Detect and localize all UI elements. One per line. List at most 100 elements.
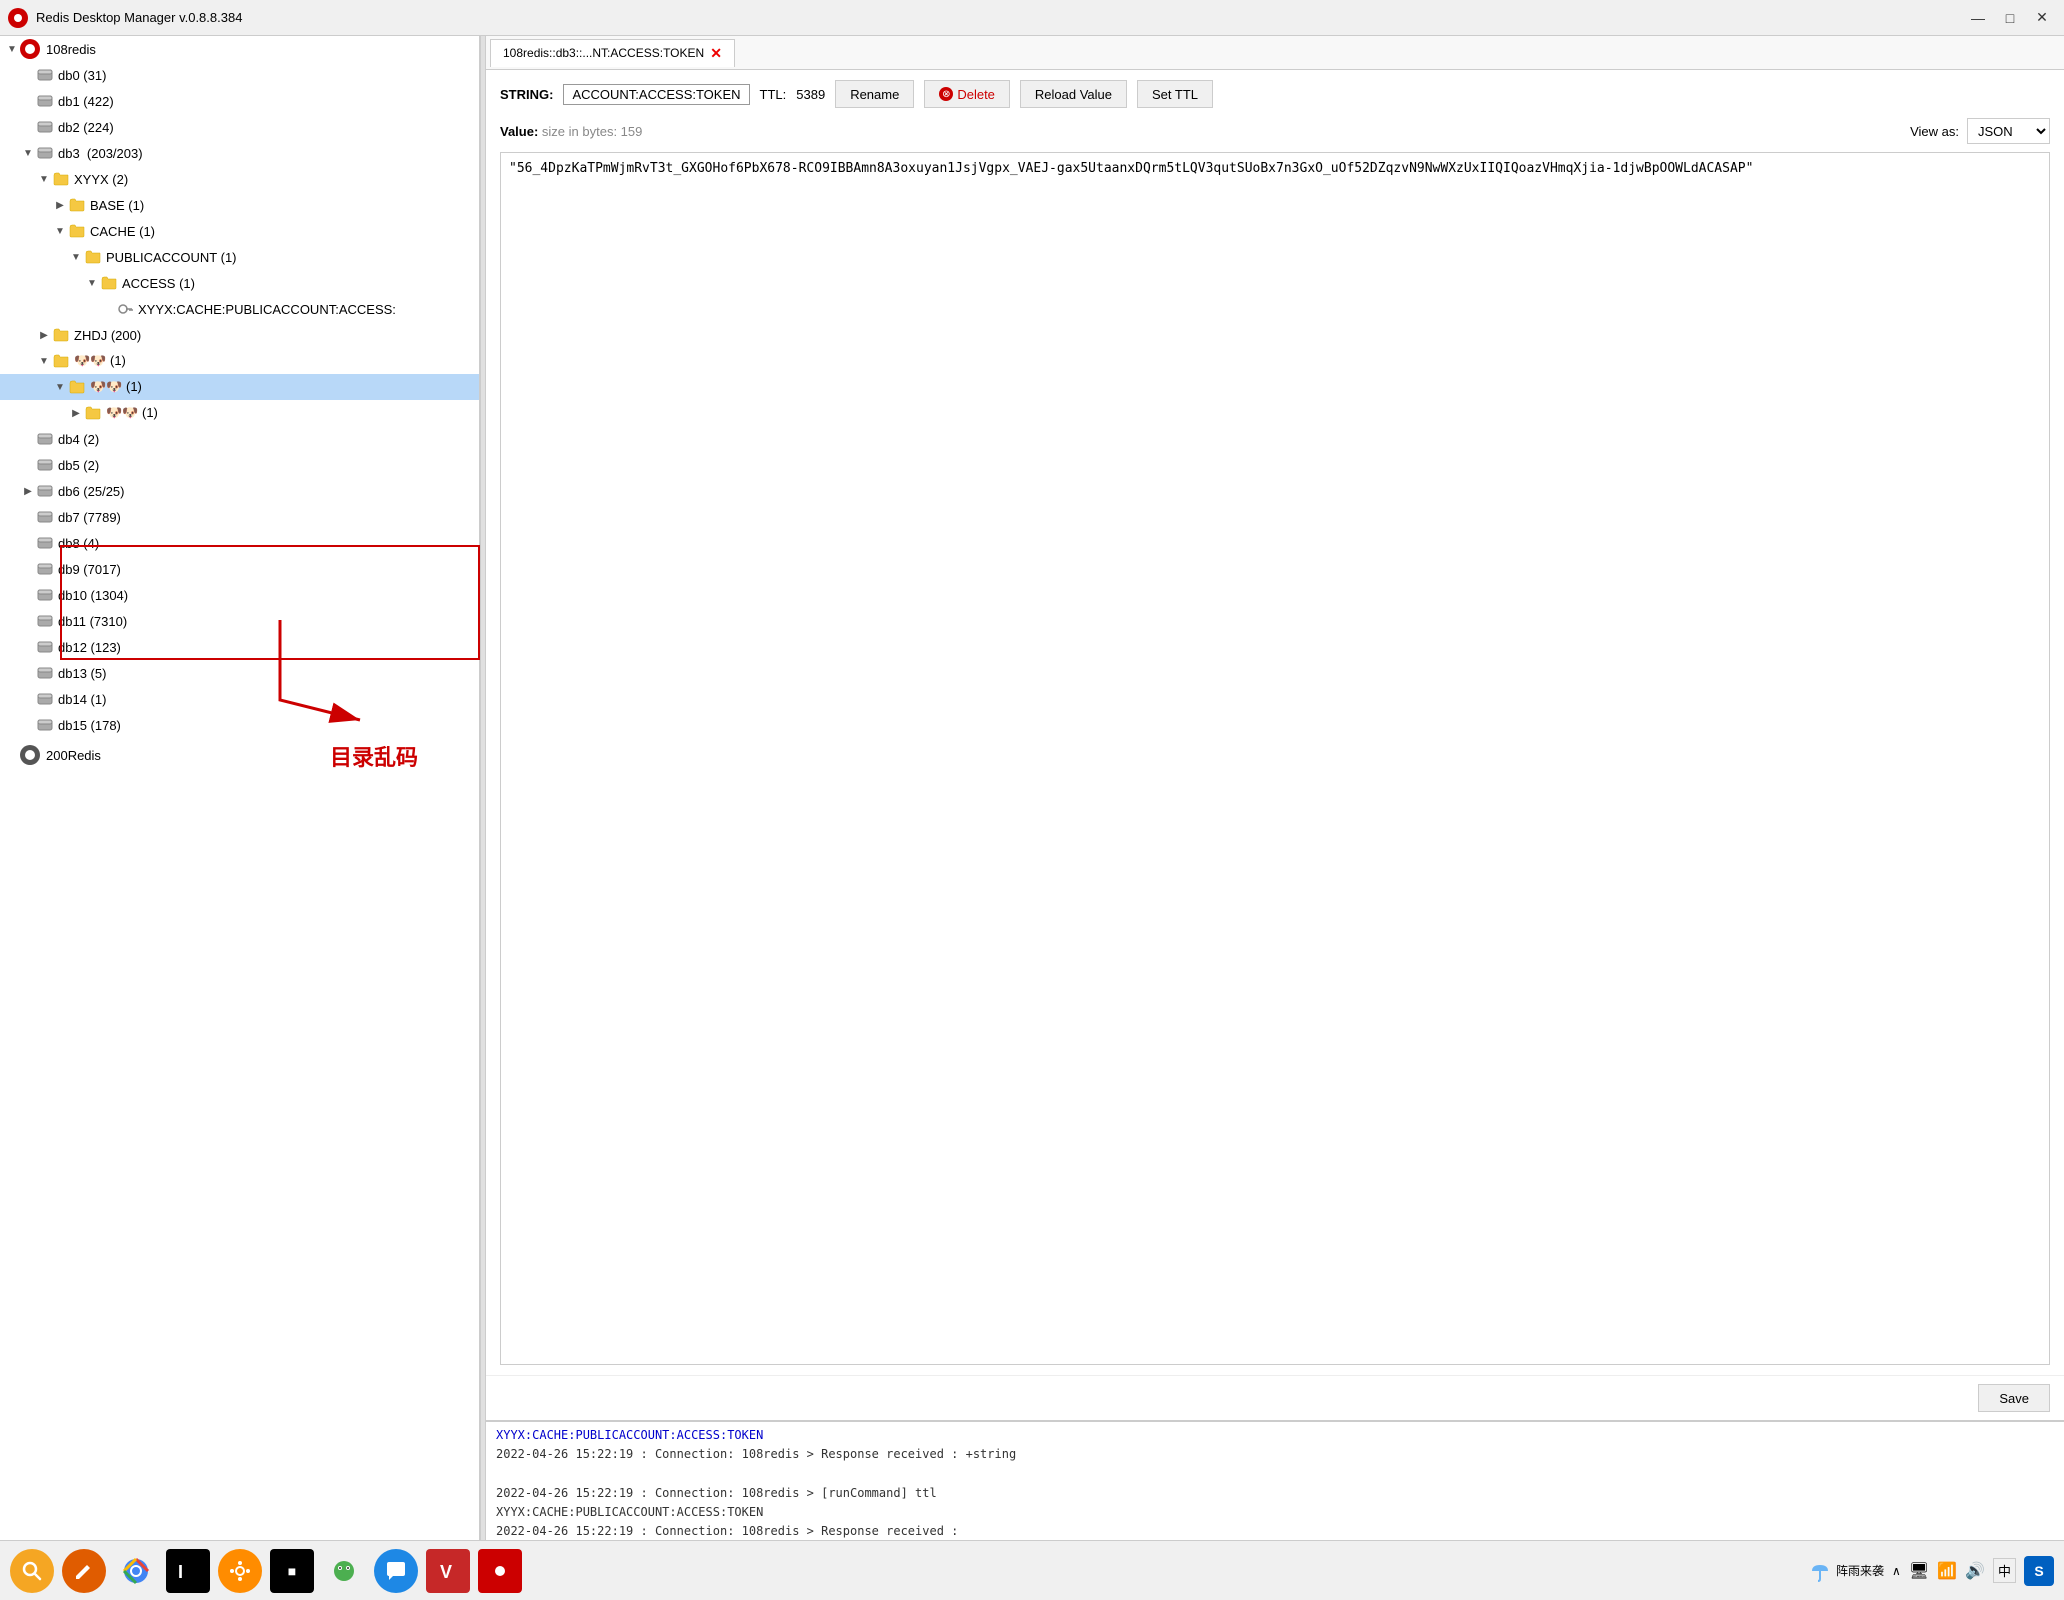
tree-access[interactable]: ▼ ACCESS (1) — [0, 270, 479, 296]
log-line: 2022-04-26 15:22:19 : Connection: 108red… — [496, 1484, 2054, 1503]
db8-label: db8 (4) — [58, 536, 99, 551]
db-icon — [36, 483, 54, 499]
tree-key-access-token[interactable]: XYYX:CACHE:PUBLICACCOUNT:ACCESS: — [0, 296, 479, 322]
value-textarea[interactable]: "56_4DpzKaTPmWjmRvT3t_GXGOHof6PbX678-RCO… — [500, 152, 2050, 1365]
db10-label: db10 (1304) — [58, 588, 128, 603]
db15-label: db15 (178) — [58, 718, 121, 733]
tree-cache[interactable]: ▼ CACHE (1) — [0, 218, 479, 244]
tree-db14[interactable]: db14 (1) — [0, 686, 479, 712]
tree-db4[interactable]: db4 (2) — [0, 426, 479, 452]
expand-arrow: ▼ — [52, 379, 68, 395]
tree-zhdj[interactable]: ▶ ZHDJ (200) — [0, 322, 479, 348]
tree-db2[interactable]: db2 (224) — [0, 114, 479, 140]
server-200redis[interactable]: 200Redis — [0, 742, 479, 768]
app-icon — [8, 8, 28, 28]
tree-garbled2[interactable]: ▼ 🐶🐶 (1) — [0, 374, 479, 400]
server-108redis[interactable]: ▼ 108redis — [0, 36, 479, 62]
v-taskbar-icon[interactable]: V — [426, 1549, 470, 1593]
minimize-button[interactable]: — — [1964, 4, 1992, 32]
db11-label: db11 (7310) — [58, 614, 127, 629]
tree-db1[interactable]: db1 (422) — [0, 88, 479, 114]
folder-icon — [52, 353, 70, 369]
tree-garbled1[interactable]: ▼ 🐶🐶 (1) — [0, 348, 479, 374]
tree-db5[interactable]: db5 (2) — [0, 452, 479, 478]
chrome-taskbar-icon[interactable] — [114, 1549, 158, 1593]
folder-icon — [68, 223, 86, 239]
expand-arrow — [4, 747, 20, 763]
expand-arrow — [20, 509, 36, 525]
tree-db9[interactable]: db9 (7017) — [0, 556, 479, 582]
db-icon — [36, 93, 54, 109]
chat-taskbar-icon[interactable] — [374, 1549, 418, 1593]
folder-icon — [84, 405, 102, 421]
tree-garbled3[interactable]: ▶ 🐶🐶 (1) — [0, 400, 479, 426]
expand-arrow — [100, 301, 116, 317]
expand-arrow: ▼ — [20, 145, 36, 161]
base-label: BASE (1) — [90, 198, 144, 213]
tree-db12[interactable]: db12 (123) — [0, 634, 479, 660]
folder-icon — [68, 379, 86, 395]
volume-icon: 🔊 — [1965, 1561, 1985, 1581]
search-taskbar-icon[interactable] — [10, 1549, 54, 1593]
tree-db10[interactable]: db10 (1304) — [0, 582, 479, 608]
view-as-select[interactable]: JSON Text HEX — [1967, 118, 2050, 144]
expand-arrow: ▼ — [36, 353, 52, 369]
expand-arrow — [20, 457, 36, 473]
expand-arrow: ▶ — [20, 483, 36, 499]
log-line: XYYX:CACHE:PUBLICACCOUNT:ACCESS:TOKEN — [496, 1503, 2054, 1522]
edit-taskbar-icon[interactable] — [62, 1549, 106, 1593]
set-ttl-button[interactable]: Set TTL — [1137, 80, 1213, 108]
tree-db6[interactable]: ▶ db6 (25/25) — [0, 478, 479, 504]
expand-arrow: ▶ — [36, 327, 52, 343]
weather-text: 阵雨来袭 — [1836, 1562, 1884, 1579]
garbled3-label: 🐶🐶 (1) — [106, 405, 158, 421]
tree-base[interactable]: ▶ BASE (1) — [0, 192, 479, 218]
tree-db7[interactable]: db7 (7789) — [0, 504, 479, 530]
server-icon — [20, 745, 40, 765]
ttl-value: 5389 — [796, 87, 825, 102]
ttl-label: TTL: — [760, 87, 787, 102]
tree-db13[interactable]: db13 (5) — [0, 660, 479, 686]
rename-button[interactable]: Rename — [835, 80, 914, 108]
db14-label: db14 (1) — [58, 692, 106, 707]
tree-db11[interactable]: db11 (7310) — [0, 608, 479, 634]
terminal-taskbar-icon[interactable]: ■ — [270, 1549, 314, 1593]
redis-taskbar-icon[interactable] — [478, 1549, 522, 1593]
sogou-icon: S — [2024, 1556, 2054, 1586]
reload-value-button[interactable]: Reload Value — [1020, 80, 1127, 108]
screen-icon: 🖥 — [1909, 1561, 1929, 1581]
save-area: Save — [486, 1375, 2064, 1420]
tree-db0[interactable]: db0 (31) — [0, 62, 479, 88]
expand-arrow: ▼ — [52, 223, 68, 239]
db-icon — [36, 67, 54, 83]
delete-button[interactable]: ⊗ Delete — [924, 80, 1010, 108]
tray-expand[interactable]: ∧ — [1892, 1564, 1901, 1578]
expand-arrow — [20, 535, 36, 551]
active-tab[interactable]: 108redis::db3::...NT:ACCESS:TOKEN ✕ — [490, 39, 735, 67]
title-bar-left: Redis Desktop Manager v.0.8.8.384 — [8, 8, 242, 28]
save-button[interactable]: Save — [1978, 1384, 2050, 1412]
settings-taskbar-icon[interactable] — [218, 1549, 262, 1593]
content-area: STRING: ACCOUNT:ACCESS:TOKEN TTL: 5389 R… — [486, 70, 2064, 1375]
db-icon — [36, 639, 54, 655]
tree-db15[interactable]: db15 (178) — [0, 712, 479, 738]
tree-db3[interactable]: ▼ db3 (203/203) — [0, 140, 479, 166]
db12-label: db12 (123) — [58, 640, 121, 655]
tree-publicaccount[interactable]: ▼ PUBLICACCOUNT (1) — [0, 244, 479, 270]
tab-close-button[interactable]: ✕ — [710, 45, 722, 62]
language-indicator[interactable]: 中 — [1993, 1558, 2016, 1583]
intellij-taskbar-icon[interactable]: I — [166, 1549, 210, 1593]
maximize-button[interactable]: □ — [1996, 4, 2024, 32]
close-button[interactable]: ✕ — [2028, 4, 2056, 32]
tree-xyyx[interactable]: ▼ XYYX (2) — [0, 166, 479, 192]
taskbar: I ■ V 阵雨来袭 ∧ — [0, 1540, 2064, 1600]
string-label: STRING: — [500, 87, 553, 102]
server-icon — [20, 39, 40, 59]
value-size: size in bytes: 159 — [542, 124, 642, 139]
tool-taskbar-icon[interactable] — [322, 1549, 366, 1593]
expand-arrow — [20, 717, 36, 733]
value-info: Value: size in bytes: 159 — [500, 124, 642, 139]
view-as-row: View as: JSON Text HEX — [1910, 118, 2050, 144]
tree-db8[interactable]: db8 (4) — [0, 530, 479, 556]
log-line: 2022-04-26 15:22:19 : Connection: 108red… — [496, 1445, 2054, 1464]
